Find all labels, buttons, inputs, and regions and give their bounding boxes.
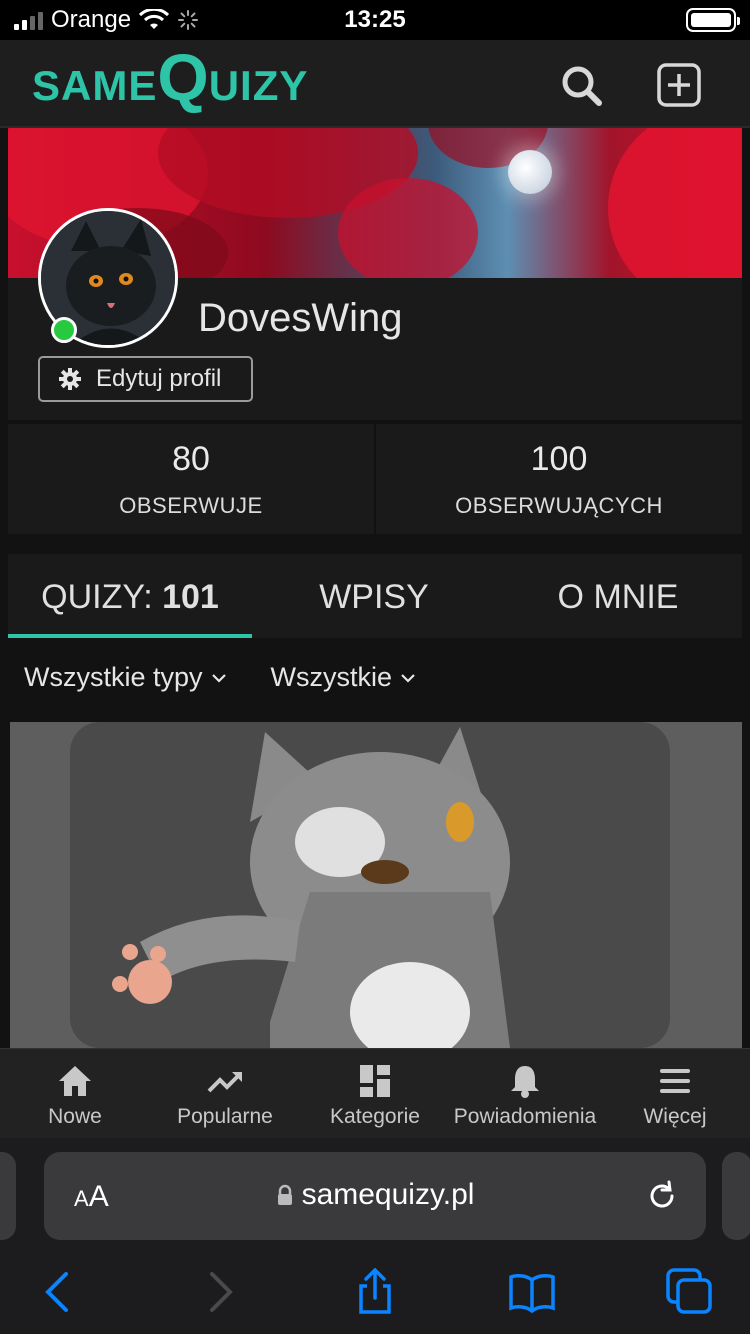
bottom-navigation: Nowe Popularne Kategorie Powiadomienia W… xyxy=(0,1048,750,1138)
tabs-icon[interactable] xyxy=(666,1268,714,1316)
tab-posts-label: WPISY xyxy=(319,578,429,616)
follow-stats: 80 OBSERWUJE 100 OBSERWUJĄCYCH xyxy=(8,422,742,534)
scope-filter-label: Wszystkie xyxy=(270,662,393,692)
browser-toolbar xyxy=(0,1262,750,1322)
followers-label: OBSERWUJĄCYCH xyxy=(455,493,663,518)
logo-uizy-text: UIZY xyxy=(208,62,309,109)
nav-notifications-label: Powiadomienia xyxy=(453,1105,597,1128)
nav-popular[interactable]: Popularne xyxy=(150,1049,300,1138)
back-icon[interactable] xyxy=(34,1268,82,1316)
url-text: samequizy.pl xyxy=(301,1178,475,1211)
edit-profile-button[interactable]: Edytuj profil xyxy=(38,356,253,402)
status-bar: Orange 13:25 xyxy=(0,0,750,40)
nav-popular-label: Popularne xyxy=(177,1105,273,1128)
following-stat[interactable]: 80 OBSERWUJE xyxy=(8,424,374,534)
quiz-card-image[interactable] xyxy=(10,722,742,1048)
nav-categories[interactable]: Kategorie xyxy=(300,1049,450,1138)
scope-filter-dropdown[interactable]: Wszystkie xyxy=(271,662,417,693)
tab-about[interactable]: O MNIE xyxy=(496,554,740,638)
type-filter-dropdown[interactable]: Wszystkie typy xyxy=(24,662,227,693)
add-quiz-icon[interactable] xyxy=(656,62,702,108)
forward-icon[interactable] xyxy=(196,1268,244,1316)
following-count: 80 xyxy=(172,440,210,478)
moon xyxy=(508,150,552,194)
quiz-filters: Wszystkie typy Wszystkie xyxy=(24,662,416,693)
edit-profile-label: Edytuj profil xyxy=(96,365,222,392)
grid-icon xyxy=(360,1065,390,1097)
url-display[interactable]: samequizy.pl xyxy=(44,1178,706,1212)
share-icon[interactable] xyxy=(351,1268,399,1316)
trending-icon xyxy=(207,1072,242,1093)
battery-icon xyxy=(686,8,740,32)
site-header: SAME Q UIZY xyxy=(0,40,750,128)
nav-more-label: Więcej xyxy=(643,1105,707,1128)
following-label: OBSERWUJE xyxy=(119,493,263,518)
lock-icon xyxy=(277,1184,292,1205)
gear-icon xyxy=(59,368,81,390)
chevron-down-icon xyxy=(211,673,226,683)
menu-icon xyxy=(660,1069,690,1093)
samequizy-logo[interactable]: SAME Q UIZY xyxy=(32,44,308,110)
nav-new-label: Nowe xyxy=(48,1105,102,1128)
nav-new[interactable]: Nowe xyxy=(0,1049,150,1138)
nav-categories-label: Kategorie xyxy=(330,1105,420,1128)
search-icon[interactable] xyxy=(558,62,604,108)
bell-icon xyxy=(511,1066,539,1098)
type-filter-label: Wszystkie typy xyxy=(24,662,203,692)
reload-icon[interactable] xyxy=(644,1178,680,1214)
browser-chrome: AA samequizy.pl xyxy=(0,1138,750,1334)
clock: 13:25 xyxy=(344,6,406,33)
logo-same-text: SAME xyxy=(32,62,158,109)
tab-quizzes-label: QUIZY: xyxy=(41,578,163,616)
grey-cat-illustration xyxy=(10,722,742,1048)
tab-about-label: O MNIE xyxy=(557,578,679,616)
address-bar[interactable]: AA samequizy.pl xyxy=(44,1152,706,1240)
online-status-dot xyxy=(51,317,77,343)
tab-quizzes-count: 101 xyxy=(162,578,219,616)
next-tab-peek[interactable] xyxy=(722,1152,750,1240)
nav-more[interactable]: Więcej xyxy=(600,1049,750,1138)
previous-tab-peek[interactable] xyxy=(0,1152,16,1240)
nav-notifications[interactable]: Powiadomienia xyxy=(450,1049,600,1138)
chevron-down-icon xyxy=(401,673,415,683)
profile-tabs: QUIZY: 101 WPISY O MNIE xyxy=(8,554,742,638)
bookmarks-icon[interactable] xyxy=(508,1268,556,1316)
username: DovesWing xyxy=(198,296,403,340)
followers-stat[interactable]: 100 OBSERWUJĄCYCH xyxy=(374,424,742,534)
tab-posts[interactable]: WPISY xyxy=(252,554,496,638)
logo-q-text: Q xyxy=(157,40,209,114)
followers-count: 100 xyxy=(530,440,588,478)
home-icon xyxy=(59,1066,91,1096)
tab-quizzes[interactable]: QUIZY: 101 xyxy=(8,554,252,638)
